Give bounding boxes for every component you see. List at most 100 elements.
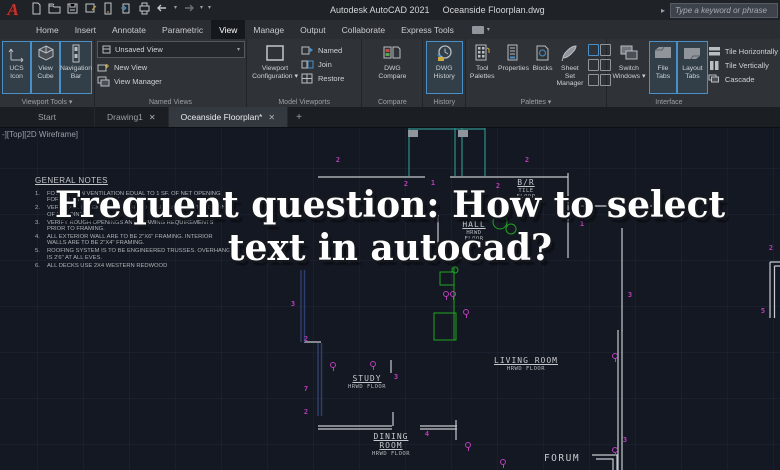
ribbon-tab-bar: Home Insert Annotate Parametric View Man… — [0, 20, 780, 39]
fixture-symbol — [500, 459, 506, 468]
print-icon[interactable] — [138, 2, 151, 15]
file-tab-drawing1[interactable]: Drawing1 ✕ — [95, 107, 169, 127]
close-icon[interactable]: ✕ — [268, 113, 275, 122]
palette-mini-icon[interactable] — [588, 59, 600, 71]
view-cube-button[interactable]: View Cube — [31, 41, 60, 94]
close-icon[interactable]: ✕ — [149, 113, 156, 122]
panel-named-views: Unsaved View ▾ New View View Manager Nam… — [95, 39, 247, 107]
keynote-marker: 3 — [290, 300, 296, 308]
undo-icon[interactable] — [156, 2, 169, 15]
layout-tabs-toggle-button[interactable]: Layout Tabs — [676, 41, 708, 94]
panel-palettes: Tool Palettes Properties Blocks Sheet Se… — [466, 39, 612, 107]
autocad-logo-icon[interactable]: A — [2, 0, 24, 20]
join-viewports-icon — [301, 60, 314, 68]
caret-down-icon: ▾ — [486, 27, 490, 33]
blocks-button[interactable]: Blocks — [530, 41, 554, 94]
new-view-button[interactable]: New View — [97, 60, 244, 74]
sheet-set-manager-button[interactable]: Sheet Set Manager — [555, 41, 586, 94]
fixture-symbol — [450, 291, 456, 300]
navigation-bar-button[interactable]: Navigation Bar — [60, 41, 92, 94]
viewport-configuration-icon — [266, 45, 284, 61]
palette-mini-icon[interactable] — [588, 44, 600, 56]
view-icon — [102, 45, 111, 54]
restore-viewports-button[interactable]: Restore — [301, 71, 344, 85]
headline-line2: text in autocad? — [227, 227, 553, 269]
view-dropdown[interactable]: Unsaved View ▾ — [97, 41, 245, 58]
properties-icon — [507, 44, 518, 61]
ucs-icon-button[interactable]: UCS Icon — [2, 41, 31, 94]
tab-express-tools[interactable]: Express Tools — [393, 20, 462, 39]
tab-annotate[interactable]: Annotate — [104, 20, 154, 39]
tab-output[interactable]: Output — [292, 20, 334, 39]
panel-label-viewport-tools[interactable]: Viewport Tools ▾ — [0, 98, 94, 106]
panel-label-interface: Interface — [655, 99, 683, 106]
caret-down-icon: ▾ — [236, 47, 240, 53]
keynote-marker: 3 — [622, 436, 628, 444]
undo-dropdown-icon[interactable]: ▾ — [174, 2, 177, 15]
headline-line1: Frequent question: How to select — [54, 184, 726, 226]
file-tab-start[interactable]: Start — [0, 107, 95, 127]
new-file-icon[interactable] — [30, 2, 43, 15]
help-search: ▸ Type a keyword or phrase — [661, 3, 778, 18]
ribbon-display-toggle[interactable]: ▾ — [471, 20, 490, 39]
keynote-marker: 2 — [524, 156, 530, 164]
dwg-compare-icon — [383, 46, 401, 59]
new-drawing-tab-button[interactable]: + — [288, 107, 310, 127]
keynote-marker: 7 — [303, 385, 309, 393]
redo-dropdown-icon[interactable]: ▾ — [200, 2, 203, 15]
fixture-symbol — [612, 447, 618, 456]
join-viewports-button[interactable]: Join — [301, 57, 344, 71]
redo-icon[interactable] — [182, 2, 195, 15]
view-manager-button[interactable]: View Manager — [97, 74, 244, 88]
save-icon[interactable] — [66, 2, 79, 15]
open-folder-icon[interactable] — [48, 2, 61, 15]
save-as-icon[interactable] — [84, 2, 97, 15]
tab-parametric[interactable]: Parametric — [154, 20, 211, 39]
switch-windows-button[interactable]: Switch Windows ▾ — [609, 41, 649, 94]
panel-label-palettes[interactable]: Palettes ▾ — [466, 98, 606, 106]
keynote-marker: 3 — [627, 291, 633, 299]
drawing-canvas[interactable]: -][Top][2D Wireframe] GENERAL NOTES 1. FO… — [0, 128, 780, 470]
plot-mobile-icon[interactable] — [102, 2, 115, 15]
ucs-icon — [8, 48, 23, 63]
file-tab-bar: Start Drawing1 ✕ Oceanside Floorplan* ✕ … — [0, 107, 780, 128]
file-tabs-icon — [654, 46, 671, 58]
search-input[interactable]: Type a keyword or phrase — [670, 3, 778, 18]
dwg-compare-button[interactable]: DWG Compare — [371, 41, 413, 94]
transfer-icon[interactable] — [120, 2, 133, 15]
layout-tabs-icon — [684, 48, 701, 60]
blocks-icon — [536, 45, 548, 61]
panel-label-model-viewports: Model Viewports — [278, 99, 330, 106]
named-viewports-button[interactable]: Named — [301, 43, 344, 57]
dwg-history-icon — [437, 45, 452, 61]
qat-customize-icon[interactable]: ▾ — [208, 2, 211, 15]
keynote-marker: 2 — [303, 408, 309, 416]
palette-mini-icon[interactable] — [588, 74, 600, 86]
new-view-icon — [97, 63, 109, 71]
panel-label-named-views[interactable]: Named Views — [95, 99, 246, 106]
dwg-history-button[interactable]: DWG History — [425, 41, 463, 94]
file-tabs-toggle-button[interactable]: File Tabs — [648, 41, 677, 94]
fixture-symbol — [370, 361, 376, 370]
tab-collaborate[interactable]: Collaborate — [334, 20, 393, 39]
cascade-button[interactable]: Cascade — [708, 72, 778, 86]
caret-down-icon: ▾ — [294, 72, 298, 80]
restore-viewports-icon — [301, 73, 313, 83]
tab-manage[interactable]: Manage — [245, 20, 292, 39]
sheet-set-manager-icon — [561, 45, 577, 62]
tool-palettes-button[interactable]: Tool Palettes — [468, 41, 497, 94]
ribbon: UCS Icon View Cube Navigation Bar Viewpo… — [0, 39, 780, 107]
file-tab-oceanside-floorplan[interactable]: Oceanside Floorplan* ✕ — [168, 107, 289, 127]
tile-horizontally-button[interactable]: Tile Horizontally — [708, 44, 778, 58]
properties-button[interactable]: Properties — [496, 41, 530, 94]
tab-insert[interactable]: Insert — [67, 20, 104, 39]
viewport-configuration-button[interactable]: Viewport Configuration ▾ — [249, 41, 301, 94]
navigation-bar-icon — [72, 44, 80, 63]
tile-vertically-button[interactable]: Tile Vertically — [708, 58, 778, 72]
search-arrow-icon[interactable]: ▸ — [661, 6, 665, 15]
panel-history: DWG History History — [423, 39, 466, 107]
tab-home[interactable]: Home — [28, 20, 67, 39]
window-title: Autodesk AutoCAD 2021 Oceanside Floorpla… — [330, 0, 545, 20]
tab-view[interactable]: View — [211, 20, 246, 39]
autocad-window: A ▾ ▾ ▾ Autodesk AutoCAD 2021 Oceanside … — [0, 0, 780, 470]
